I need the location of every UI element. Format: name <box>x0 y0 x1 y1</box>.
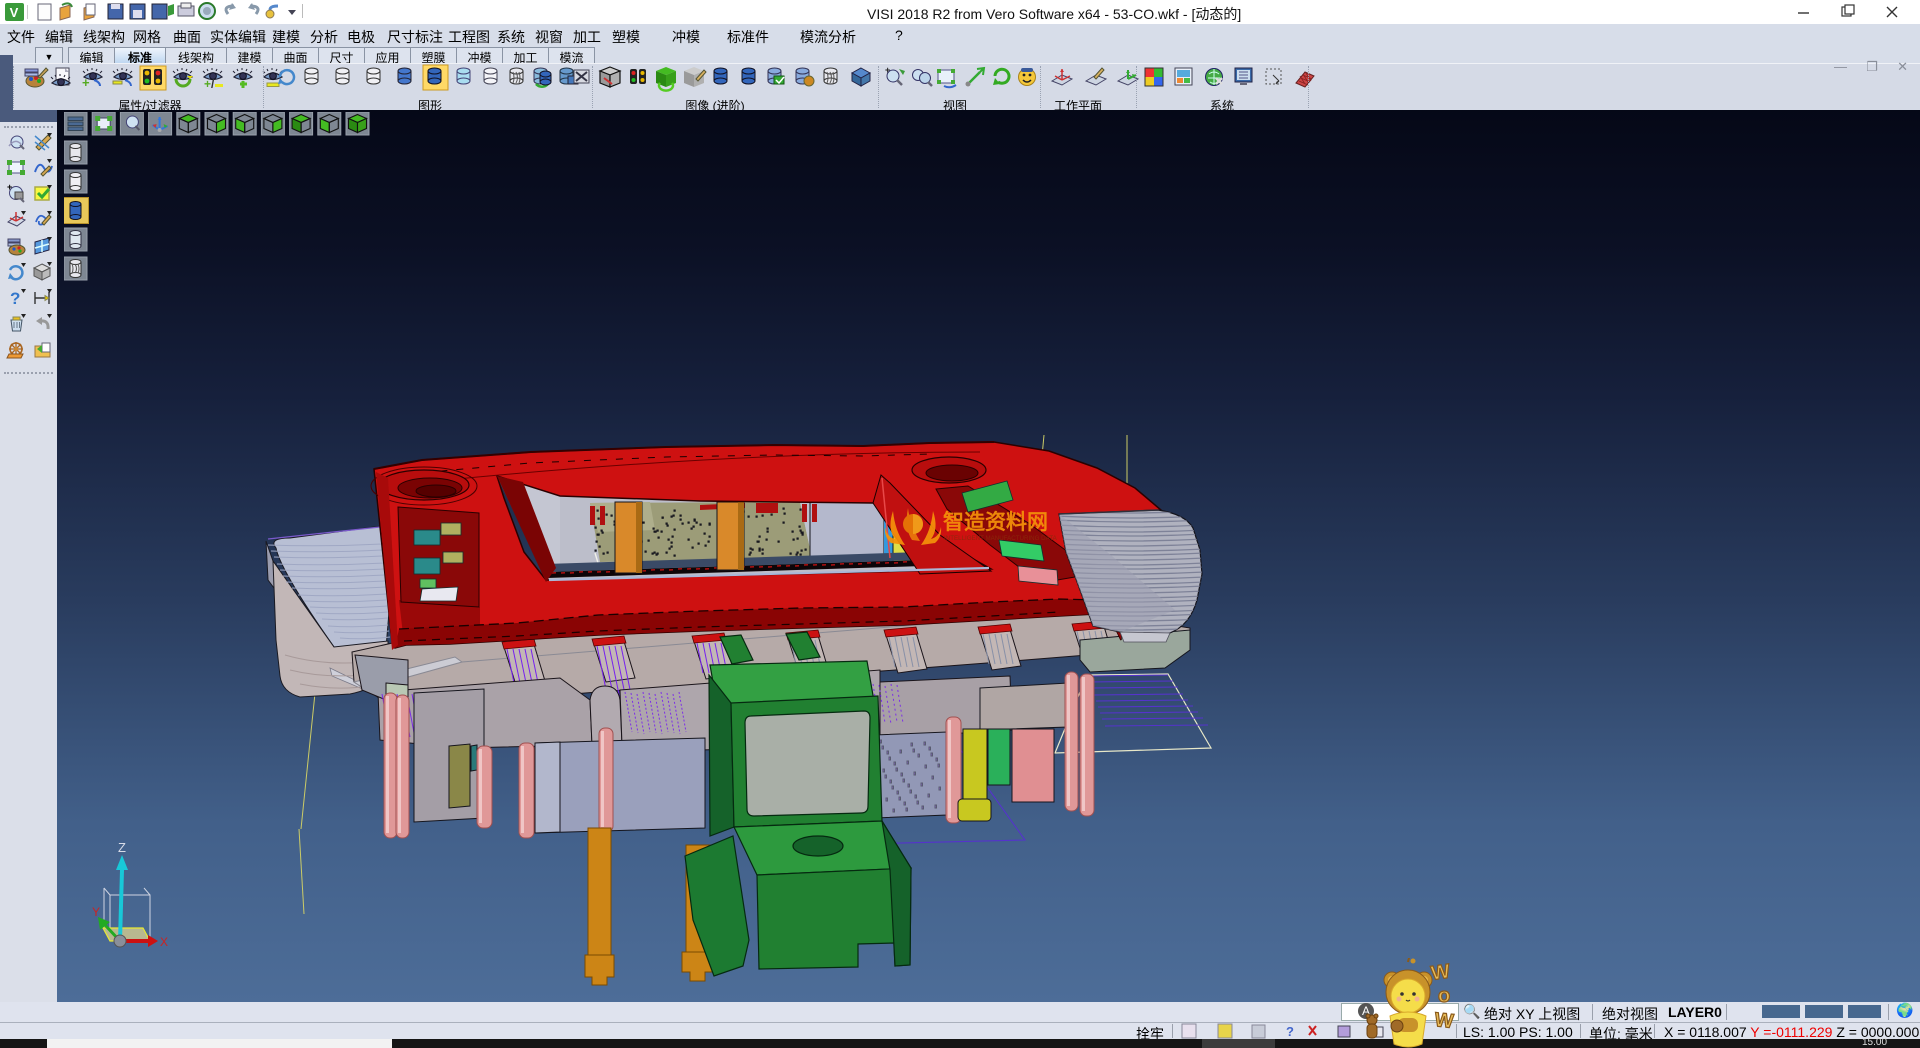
svg-text:W: W <box>1430 961 1452 985</box>
svg-text:Y: Y <box>92 905 100 919</box>
svg-text:Z: Z <box>118 840 126 855</box>
svg-text:+: + <box>7 182 12 192</box>
svg-text:+: + <box>82 75 90 90</box>
svg-text:INTELLIGENT MANUFACTURING DATA: INTELLIGENT MANUFACTURING DATA <box>944 535 1058 542</box>
svg-text:+: + <box>204 77 211 91</box>
svg-text:W: W <box>1433 1009 1454 1033</box>
svg-text:V: V <box>10 5 19 20</box>
svg-text:?: ? <box>1286 1024 1294 1039</box>
svg-text:智造资料网: 智造资料网 <box>943 510 1048 534</box>
svg-text:?: ? <box>10 289 20 308</box>
svg-text:X: X <box>160 935 168 949</box>
svg-text:+: + <box>885 65 890 75</box>
svg-text:o: o <box>1438 985 1450 1007</box>
